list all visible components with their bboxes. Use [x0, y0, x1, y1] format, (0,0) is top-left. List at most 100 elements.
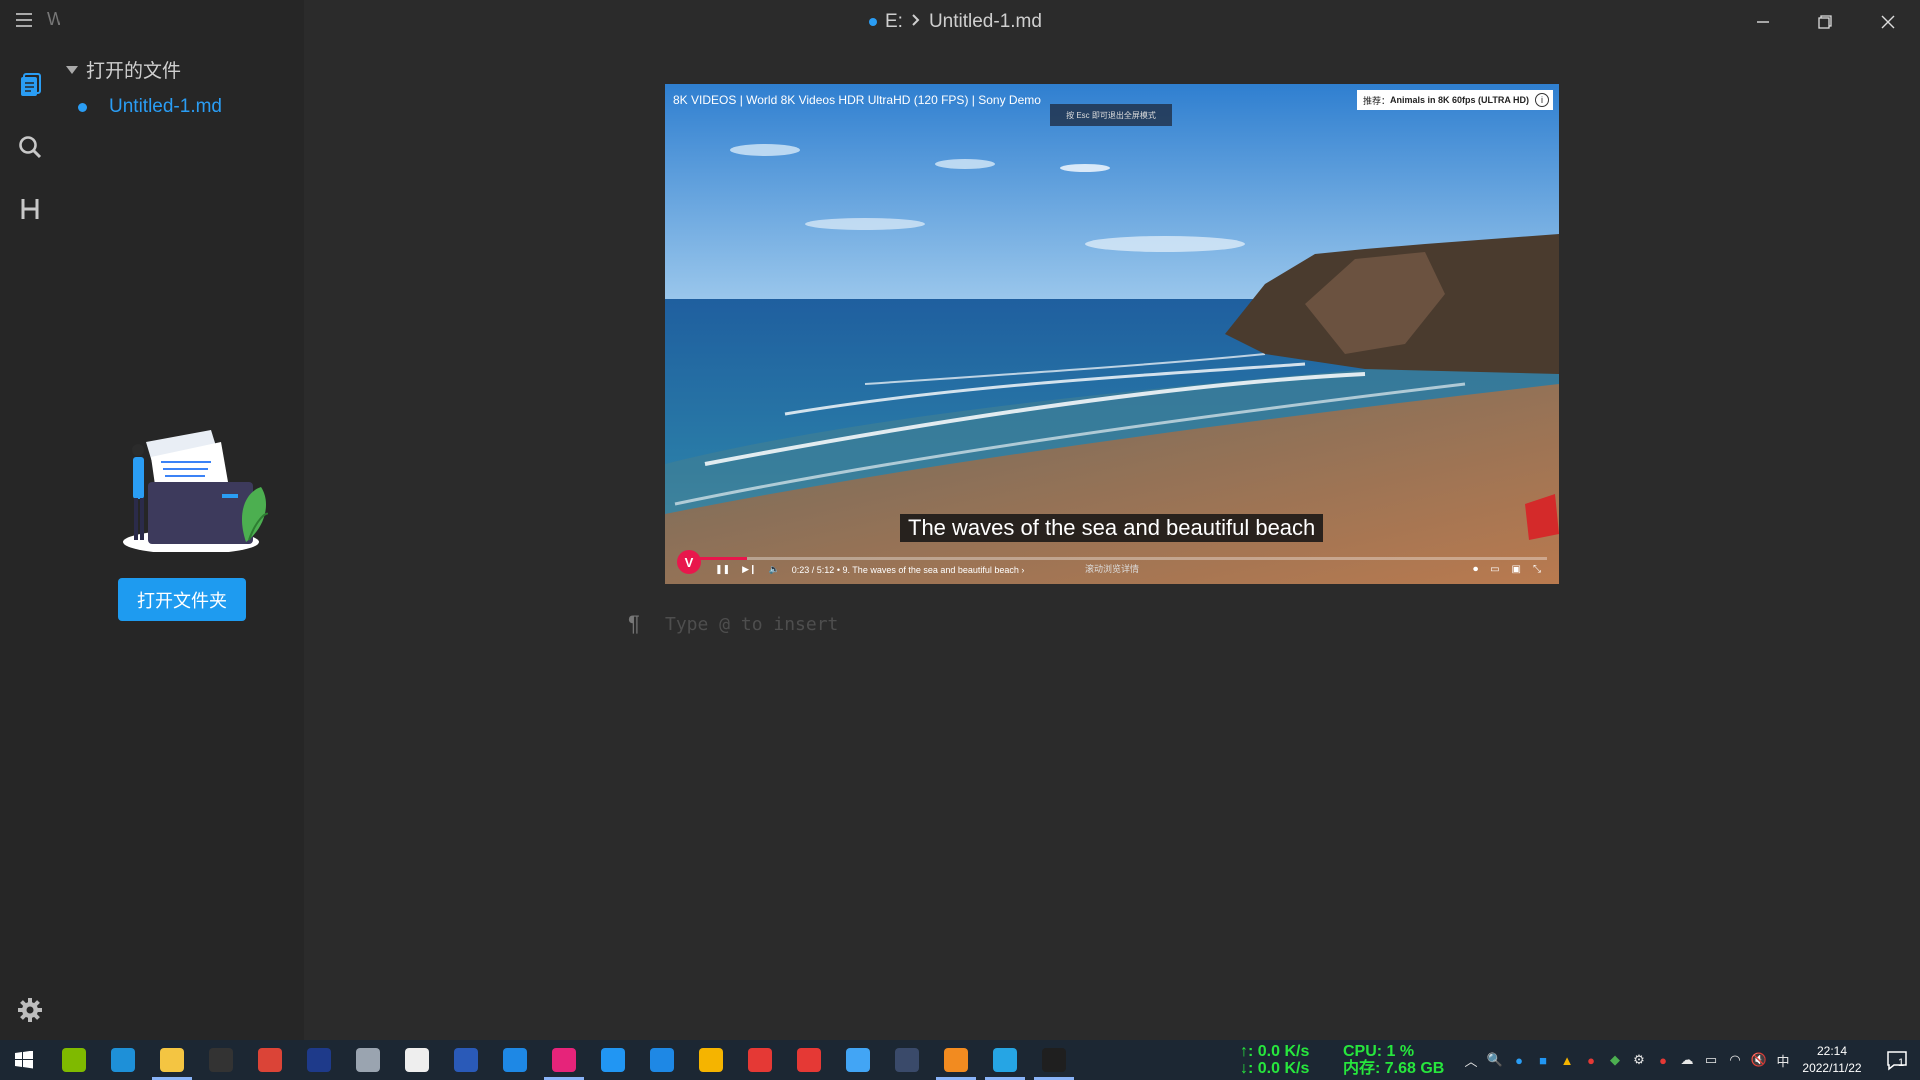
tray-app-icon-1[interactable]: ●: [1510, 1051, 1528, 1069]
taskbar-app-17-icon[interactable]: [834, 1040, 882, 1080]
files-icon[interactable]: [0, 60, 60, 110]
volume-icon[interactable]: 🔈: [769, 564, 780, 575]
play-pause-icon[interactable]: ❚❚: [715, 564, 730, 575]
editor-placeholder[interactable]: Type @ to insert: [665, 614, 838, 635]
recommend-label: 推荐：: [1362, 95, 1390, 106]
clock-time: 22:14: [1816, 1044, 1848, 1058]
windows-start-icon[interactable]: [0, 1040, 48, 1080]
taskbar-app-explorer-glyph: [160, 1048, 184, 1072]
taskbar-app-terminal-glyph: [209, 1048, 233, 1072]
unsaved-indicator-icon: [869, 18, 877, 26]
memory-usage: 内存: 7.68 GB: [1343, 1060, 1445, 1077]
tray-app-icon-3[interactable]: ▲: [1558, 1051, 1576, 1069]
taskbar-app-18-icon[interactable]: [883, 1040, 931, 1080]
taskbar-app-20-icon[interactable]: [981, 1040, 1029, 1080]
tray-battery-icon[interactable]: ▭: [1702, 1051, 1720, 1069]
taskbar-app-jetbrains-icon[interactable]: [540, 1040, 588, 1080]
tray-expand-icon[interactable]: ︿: [1462, 1051, 1480, 1069]
taskbar-app-chrome-icon[interactable]: [246, 1040, 294, 1080]
clock-date: 2022/11/22: [1802, 1061, 1862, 1075]
taskbar-app-typora-glyph: [1042, 1048, 1066, 1072]
taskbar-app-chrome-glyph: [258, 1048, 282, 1072]
clock[interactable]: 22:14 2022/11/22: [1796, 1043, 1868, 1077]
taskbar-app-powershell-icon[interactable]: [442, 1040, 490, 1080]
taskbar-app-edge-glyph: [111, 1048, 135, 1072]
taskbar-app-20-glyph: [993, 1048, 1017, 1072]
taskbar-app-14-icon[interactable]: [687, 1040, 735, 1080]
recommendation-box[interactable]: 推荐： Animals in 8K 60fps (ULTRA HD) i: [1356, 90, 1553, 110]
taskbar-app-16-icon[interactable]: [785, 1040, 833, 1080]
network-stats: ↑: 0.0 K/s ↓: 0.0 K/s: [1240, 1043, 1309, 1077]
app-window: W 2 打开的文件 Untitled-1.md: [0, 0, 1920, 1040]
esc-hint: 按 Esc 即可退出全屏模式: [1050, 104, 1172, 126]
scroll-hint: 滚动浏览详情: [1085, 564, 1140, 574]
activity-bar: [0, 0, 60, 1040]
video-subtitle: The waves of the sea and beautiful beach: [900, 514, 1324, 542]
player-logo-icon: V: [677, 550, 701, 574]
taskbar-app-17-glyph: [846, 1048, 870, 1072]
close-icon[interactable]: [1857, 0, 1919, 44]
breadcrumb-file[interactable]: Untitled-1.md: [929, 11, 1042, 33]
tray-app-icon-6[interactable]: ●: [1654, 1051, 1672, 1069]
open-file-name: Untitled-1.md: [109, 96, 222, 117]
video-progress-bar[interactable]: [683, 557, 1547, 560]
info-icon[interactable]: i: [1535, 93, 1549, 107]
taskbar-app-typora-icon[interactable]: [1030, 1040, 1078, 1080]
cpu-usage: CPU: 1 %: [1343, 1043, 1415, 1060]
autoplay-toggle-icon[interactable]: ⏺: [1473, 564, 1478, 575]
title-bar: E: Untitled-1.md: [304, 0, 1920, 44]
captions-icon[interactable]: ▭: [1490, 564, 1499, 575]
taskbar-app-1-icon[interactable]: [50, 1040, 98, 1080]
system-stats: CPU: 1 % 内存: 7.68 GB: [1343, 1043, 1444, 1077]
minimize-icon[interactable]: [1732, 0, 1794, 44]
restore-icon[interactable]: [1794, 0, 1856, 44]
taskbar-app-7-icon[interactable]: [344, 1040, 392, 1080]
taskbar-app-14-glyph: [699, 1048, 723, 1072]
embedded-video[interactable]: 8K VIDEOS | World 8K Videos HDR UltraHD …: [665, 84, 1559, 584]
paragraph-icon[interactable]: ¶: [628, 611, 640, 637]
taskbar-app-12-icon[interactable]: [589, 1040, 637, 1080]
taskbar: ↑: 0.0 K/s ↓: 0.0 K/s CPU: 1 % 内存: 7.68 …: [0, 1040, 1920, 1080]
tray-search-icon[interactable]: 🔍: [1486, 1051, 1504, 1069]
tray-volume-muted-icon[interactable]: 🔇: [1750, 1051, 1768, 1069]
hamburger-menu-icon[interactable]: [14, 10, 34, 30]
search-icon[interactable]: [0, 122, 60, 172]
taskbar-app-16-glyph: [797, 1048, 821, 1072]
heading-icon[interactable]: [0, 184, 60, 234]
tray-wifi-icon[interactable]: ◠: [1726, 1051, 1744, 1069]
taskbar-app-15-icon[interactable]: [736, 1040, 784, 1080]
unsaved-dot-icon: [78, 102, 87, 112]
taskbar-app-qq-icon[interactable]: [393, 1040, 441, 1080]
exit-fullscreen-icon[interactable]: ⤡: [1533, 564, 1541, 575]
breadcrumb-drive[interactable]: E:: [885, 11, 903, 33]
tray-app-icon-5[interactable]: ⚙: [1630, 1051, 1648, 1069]
taskbar-app-sublime-icon[interactable]: [932, 1040, 980, 1080]
open-folder-button[interactable]: 打开文件夹: [118, 578, 246, 621]
taskbar-app-10-icon[interactable]: [491, 1040, 539, 1080]
notification-center-icon[interactable]: 1: [1874, 1040, 1920, 1080]
taskbar-app-explorer-icon[interactable]: [148, 1040, 196, 1080]
settings-gear-icon[interactable]: [17, 997, 43, 1023]
taskbar-app-15-glyph: [748, 1048, 772, 1072]
taskbar-app-7-glyph: [356, 1048, 380, 1072]
next-icon[interactable]: ▶❙: [742, 564, 756, 575]
open-files-label: 打开的文件: [86, 61, 182, 82]
taskbar-app-13-icon[interactable]: [638, 1040, 686, 1080]
tray-ime[interactable]: 中: [1774, 1051, 1792, 1069]
open-file-item[interactable]: Untitled-1.md: [78, 96, 222, 118]
taskbar-app-6-icon[interactable]: [295, 1040, 343, 1080]
sidebar: 打开的文件 Untitled-1.md 打开文件夹: [60, 0, 304, 1040]
taskbar-app-terminal-icon[interactable]: [197, 1040, 245, 1080]
taskbar-app-sublime-glyph: [944, 1048, 968, 1072]
taskbar-app-13-glyph: [650, 1048, 674, 1072]
tray-cloud-icon[interactable]: ☁: [1678, 1051, 1696, 1069]
taskbar-app-edge-icon[interactable]: [99, 1040, 147, 1080]
open-files-header[interactable]: 打开的文件: [66, 56, 181, 83]
system-tray: ︿ 🔍 ● ■ ▲ ● ◆ ⚙ ● ☁ ▭ ◠ 🔇 中: [1462, 1040, 1792, 1080]
tray-qq-icon[interactable]: ●: [1582, 1051, 1600, 1069]
tray-app-icon-4[interactable]: ◆: [1606, 1051, 1624, 1069]
video-frame-beach: [665, 84, 1559, 584]
tray-app-icon-2[interactable]: ■: [1534, 1051, 1552, 1069]
taskbar-app-qq-glyph: [405, 1048, 429, 1072]
cast-icon[interactable]: ▣: [1512, 564, 1521, 575]
